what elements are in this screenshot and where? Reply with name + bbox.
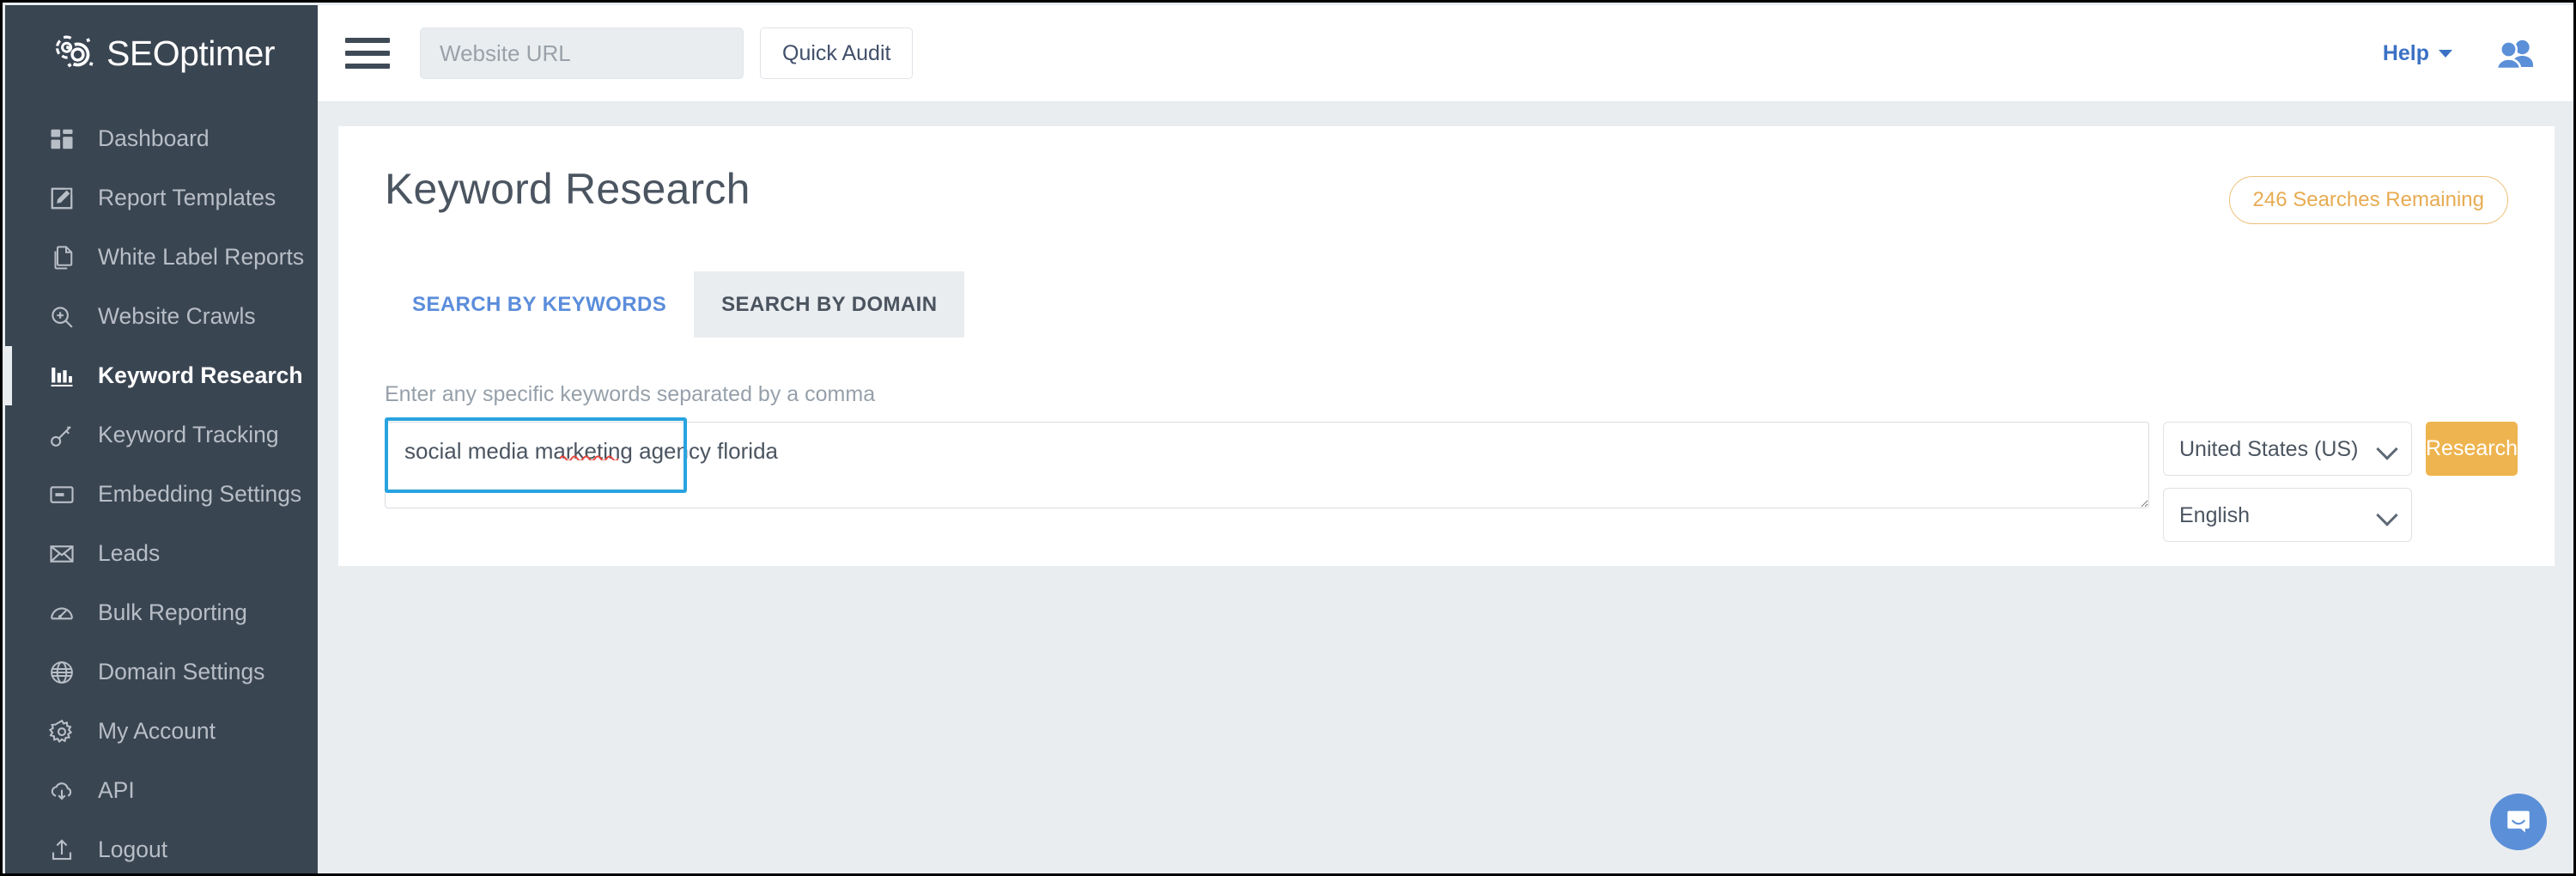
sidebar-item-leads[interactable]: Leads <box>5 524 318 583</box>
sidebar-item-label: White Label Reports <box>98 244 305 270</box>
sidebar-item-keyword-research[interactable]: Keyword Research <box>5 346 318 405</box>
edit-document-icon <box>45 181 79 216</box>
sidebar-nav: Dashboard Report Templates White Label R… <box>5 102 318 873</box>
sidebar-item-label: Keyword Tracking <box>98 422 279 447</box>
bar-chart-icon <box>45 359 79 393</box>
sidebar-item-label: API <box>98 777 135 803</box>
language-select-shell: English <box>2163 488 2412 542</box>
globe-icon <box>45 655 79 690</box>
search-mode-tabs: SEARCH BY KEYWORDS SEARCH BY DOMAIN <box>385 271 2508 338</box>
magnifier-plus-icon <box>45 300 79 334</box>
sidebar-item-label: Report Templates <box>98 185 276 210</box>
sidebar-item-dashboard[interactable]: Dashboard <box>5 109 318 168</box>
sidebar-item-label: Keyword Research <box>98 362 303 388</box>
gear-icon <box>45 715 79 749</box>
sidebar-item-label: Leads <box>98 540 161 566</box>
embed-box-icon <box>45 478 79 512</box>
searches-remaining-badge: 246 Searches Remaining <box>2228 176 2508 224</box>
chevron-down-icon <box>2439 49 2452 58</box>
gears-logo-icon <box>48 30 96 78</box>
sidebar-item-report-templates[interactable]: Report Templates <box>5 168 318 228</box>
sidebar-item-api[interactable]: API <box>5 761 318 820</box>
sidebar-item-label: Logout <box>98 836 168 862</box>
country-select-shell: United States (US) <box>2163 422 2412 476</box>
sidebar-item-embedding-settings[interactable]: Embedding Settings <box>5 465 318 524</box>
sidebar-item-label: Embedding Settings <box>98 481 302 507</box>
sidebar-item-white-label-reports[interactable]: White Label Reports <box>5 228 318 287</box>
sidebar-item-domain-settings[interactable]: Domain Settings <box>5 642 318 702</box>
brand-name: SEOptimer <box>106 33 276 73</box>
sidebar-item-bulk-reporting[interactable]: Bulk Reporting <box>5 583 318 642</box>
help-dropdown[interactable]: Help <box>2383 41 2452 66</box>
language-select[interactable]: English <box>2163 488 2412 542</box>
card-header: Keyword Research 246 Searches Remaining <box>385 164 2508 224</box>
gauge-icon <box>45 596 79 630</box>
intercom-chat-launcher[interactable] <box>2490 794 2547 850</box>
main-content: Keyword Research 246 Searches Remaining … <box>318 102 2573 873</box>
sidebar-item-website-crawls[interactable]: Website Crawls <box>5 287 318 346</box>
intercom-chat-icon <box>2507 811 2530 833</box>
sidebar-item-keyword-tracking[interactable]: Keyword Tracking <box>5 405 318 465</box>
sidebar-item-label: Website Crawls <box>98 303 256 329</box>
sidebar-item-label: My Account <box>98 718 216 744</box>
tab-search-by-keywords[interactable]: SEARCH BY KEYWORDS <box>385 271 694 338</box>
sidebar-item-label: Domain Settings <box>98 659 265 684</box>
tab-search-by-domain[interactable]: SEARCH BY DOMAIN <box>694 271 965 338</box>
envelope-icon <box>45 537 79 571</box>
sidebar-item-label: Bulk Reporting <box>98 599 247 625</box>
key-icon <box>45 418 79 453</box>
keywords-field-wrapper <box>385 417 2149 513</box>
sidebar-item-my-account[interactable]: My Account <box>5 702 318 761</box>
copy-documents-icon <box>45 240 79 275</box>
logout-upload-icon <box>45 833 79 867</box>
app-window: SEOptimer Dashboard Report Templates Whi… <box>0 0 2576 876</box>
top-bar-right: Help <box>2383 38 2573 69</box>
website-url-input[interactable] <box>420 27 744 79</box>
brand-logo[interactable]: SEOptimer <box>5 5 318 102</box>
users-avatar-icon[interactable] <box>2495 38 2535 69</box>
keywords-hint: Enter any specific keywords separated by… <box>385 382 876 406</box>
keywords-input[interactable] <box>385 422 2149 508</box>
research-button[interactable]: Research <box>2426 422 2518 476</box>
search-form-row: United States (US) English Research <box>385 417 2518 542</box>
cloud-download-icon <box>45 774 79 808</box>
sidebar: SEOptimer Dashboard Report Templates Whi… <box>5 5 318 873</box>
keyword-research-card: Keyword Research 246 Searches Remaining … <box>338 126 2555 566</box>
sidebar-item-label: Dashboard <box>98 125 210 151</box>
locale-selects: United States (US) English <box>2163 422 2412 542</box>
help-label: Help <box>2382 40 2429 65</box>
country-select[interactable]: United States (US) <box>2163 422 2412 476</box>
quick-audit-button[interactable]: Quick Audit <box>760 27 914 79</box>
hamburger-menu-icon[interactable] <box>345 33 390 74</box>
sidebar-item-logout[interactable]: Logout <box>5 820 318 873</box>
page-title: Keyword Research <box>385 165 750 213</box>
top-bar: Quick Audit Help <box>318 5 2573 102</box>
dashboard-grid-icon <box>45 122 79 156</box>
